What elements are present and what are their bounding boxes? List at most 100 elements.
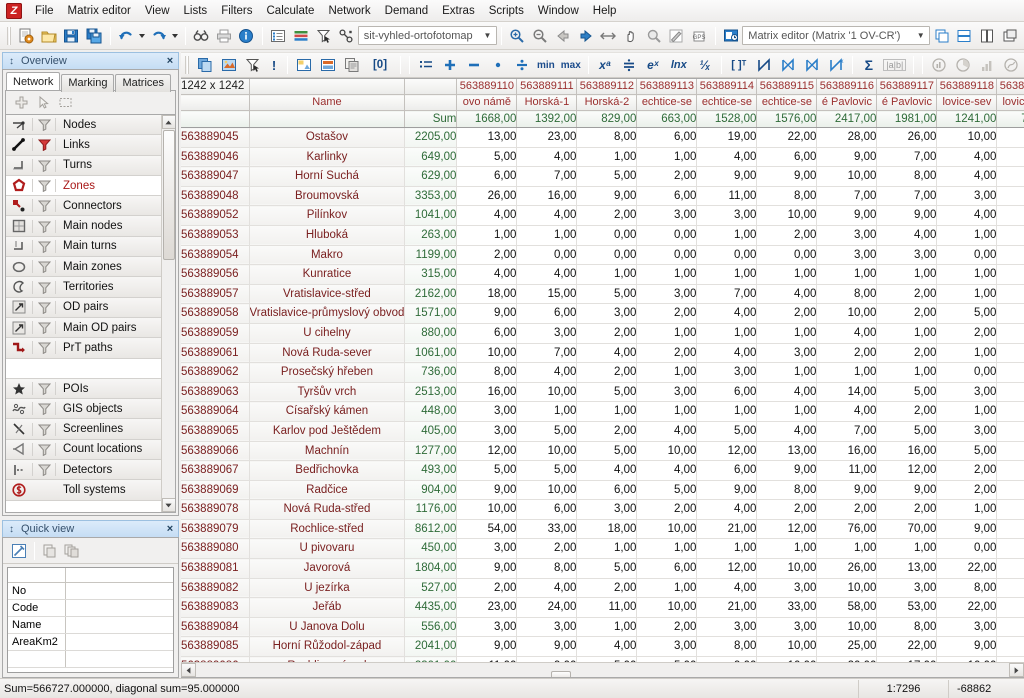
matrix-cell[interactable]: 0,00 [936, 245, 998, 266]
matrix-cell[interactable]: 2,00 [636, 303, 698, 324]
network-list-icon[interactable] [268, 25, 289, 47]
menu-lists[interactable]: Lists [177, 2, 215, 20]
matrix-cell[interactable]: 5,00 [516, 460, 578, 481]
matrix-cell[interactable]: 1,00 [576, 264, 638, 285]
matrix-cell[interactable]: 1,00 [636, 578, 698, 599]
scroll-right-icon[interactable] [1009, 663, 1024, 677]
matrix-cell[interactable]: 3,00 [936, 186, 998, 207]
matrix-cell[interactable]: 4,00 [996, 558, 1024, 579]
menu-view[interactable]: View [138, 2, 177, 20]
matrix-row-name[interactable]: U jezírka [249, 578, 406, 599]
matrix-row-id[interactable]: 563889058 [181, 303, 250, 324]
table-row[interactable]: 563889080 U pivovaru 450,00 3,00 2,00 1,00 1,0… [181, 538, 1024, 560]
tile-horizontal-icon[interactable] [954, 25, 975, 47]
matrix-cell[interactable]: 3,00 [576, 303, 638, 324]
matrix-cell[interactable]: 9,00 [936, 519, 998, 540]
matrix-cell[interactable]: 3,00 [756, 617, 818, 638]
matrix-cell[interactable]: 10,00 [456, 343, 518, 364]
redo-icon[interactable] [149, 25, 170, 47]
menu-matrix-editor[interactable]: Matrix editor [61, 2, 138, 20]
matrix-column-name[interactable]: Horská-2 [576, 94, 638, 111]
matrix-cell[interactable]: 2,00 [576, 323, 638, 344]
matrix-window-icon[interactable] [721, 25, 742, 47]
restore-windows-icon[interactable] [999, 25, 1020, 47]
matrix-cell[interactable]: 0,00 [576, 225, 638, 246]
matrix-cell[interactable]: 8,00 [876, 617, 938, 638]
matrix-cell[interactable]: 54,00 [456, 519, 518, 540]
matrix-divide-icon[interactable] [511, 54, 533, 76]
matrix-cell[interactable]: 2,00 [576, 205, 638, 226]
sidebar-item-count-locations[interactable]: Count locations [6, 439, 161, 461]
matrix-cell[interactable]: 5,00 [576, 166, 638, 187]
matrix-cell[interactable]: 9,00 [696, 166, 758, 187]
table-row[interactable]: 563889061 Nová Ruda-sever 1061,00 10,00 7,00… [181, 343, 1024, 364]
matrix-cell[interactable]: 3,00 [696, 617, 758, 638]
sidebar-item-gis-objects[interactable]: GIS objects [6, 399, 161, 420]
matrix-row-id[interactable]: 563889083 [181, 597, 250, 618]
matrix-column-name[interactable]: echtice-se [636, 94, 698, 111]
matrix-average-icon[interactable] [618, 54, 640, 76]
matrix-row-name[interactable]: Broumovská [249, 186, 406, 207]
matrix-cell[interactable]: 2,00 [936, 460, 998, 481]
matrix-row-name[interactable]: Rochlice-střed [249, 519, 406, 540]
matrix-column-name[interactable]: lovice-sev [936, 94, 998, 111]
matrix-row-name[interactable]: Prosečský hřeben [249, 362, 406, 383]
scroll-up-icon[interactable] [161, 115, 175, 129]
matrix-cell[interactable]: 1,00 [936, 401, 998, 422]
matrix-cell[interactable]: 0,00 [996, 323, 1024, 344]
sidebar-item-main-nodes[interactable]: Main nodes [6, 216, 161, 237]
sidebar-item-zones[interactable]: Zones [6, 175, 161, 197]
matrix-cell[interactable]: 2,00 [516, 538, 578, 560]
matrix-cell[interactable]: 2,00 [816, 499, 878, 520]
matrix-cell[interactable]: 1,00 [936, 499, 998, 520]
matrix-cell[interactable]: 2,00 [756, 225, 818, 246]
matrix-cell[interactable]: 5,00 [876, 382, 938, 403]
matrix-cell[interactable]: 1,00 [636, 323, 698, 344]
matrix-sum-icon[interactable]: Σ [858, 54, 880, 76]
matrix-cell[interactable]: 2,00 [576, 578, 638, 599]
scrollbar-thumb[interactable] [162, 130, 175, 260]
matrix-toolbar-grip[interactable] [184, 55, 190, 75]
matrix-cell[interactable]: 3,00 [936, 617, 998, 638]
matrix-cell[interactable]: 10,00 [516, 382, 578, 403]
matrix-cell[interactable]: 11,00 [816, 460, 878, 481]
matrix-cell[interactable]: 1,00 [636, 401, 698, 422]
matrix-cell[interactable]: 4,00 [936, 166, 998, 187]
sidebar-item-screenlines[interactable]: Screenlines [6, 419, 161, 440]
matrix-row-name[interactable]: Makro [249, 245, 406, 266]
network-filter-combo[interactable]: sit-vyhled-ortofotomap ▼ [357, 26, 497, 45]
matrix-cell[interactable]: 26,00 [456, 186, 518, 207]
menu-help[interactable]: Help [586, 2, 624, 20]
matrix-cell[interactable]: 1,00 [756, 401, 818, 422]
matrix-row-name[interactable]: U Janova Dolu [249, 617, 406, 638]
matrix-cell[interactable]: 3,00 [876, 245, 938, 266]
quick-view-row-no[interactable]: No [8, 583, 173, 600]
matrix-cell[interactable]: 33,00 [516, 519, 578, 540]
forward-icon[interactable] [575, 25, 596, 47]
menu-scripts[interactable]: Scripts [482, 2, 531, 20]
matrix-row-name[interactable]: Karlinky [249, 147, 406, 168]
matrix-cell[interactable]: 22,00 [936, 597, 998, 618]
matrix-cell[interactable]: 5,00 [636, 480, 698, 501]
matrix-cell[interactable]: 2,00 [756, 303, 818, 324]
table-row[interactable]: 563889057 Vratislavice-střed 2162,00 18,00 1… [181, 284, 1024, 305]
matrix-row-name[interactable]: U cihelny [249, 323, 406, 344]
matrix-cell[interactable]: 2,00 [636, 499, 698, 520]
matrix-cell[interactable]: 2,00 [456, 578, 518, 599]
matrix-cell[interactable]: 8,00 [756, 186, 818, 207]
matrix-cell[interactable]: 12,00 [876, 460, 938, 481]
matrix-cell[interactable]: 4,00 [996, 166, 1024, 187]
matrix-cell[interactable]: 5,00 [936, 441, 998, 462]
matrix-cell[interactable]: 4,00 [996, 186, 1024, 207]
matrix-cell[interactable]: 1,00 [636, 147, 698, 168]
active-window-combo[interactable]: Matrix editor (Matrix '1 OV-CR') ▼ [742, 26, 931, 45]
matrix-save-icon[interactable] [317, 54, 339, 76]
matrix-row-name[interactable]: Karlov pod Ještědem [249, 421, 406, 442]
filter-icon-turns[interactable] [32, 158, 56, 172]
sidebar-item-nodes[interactable]: Nodes [6, 115, 161, 136]
matrix-cell[interactable]: 8,00 [456, 362, 518, 383]
matrix-cell[interactable]: 1,00 [516, 225, 578, 246]
matrix-row-id[interactable]: 563889079 [181, 519, 250, 540]
matrix-filter-icon[interactable] [242, 54, 264, 76]
matrix-cell[interactable]: 5,00 [876, 421, 938, 442]
